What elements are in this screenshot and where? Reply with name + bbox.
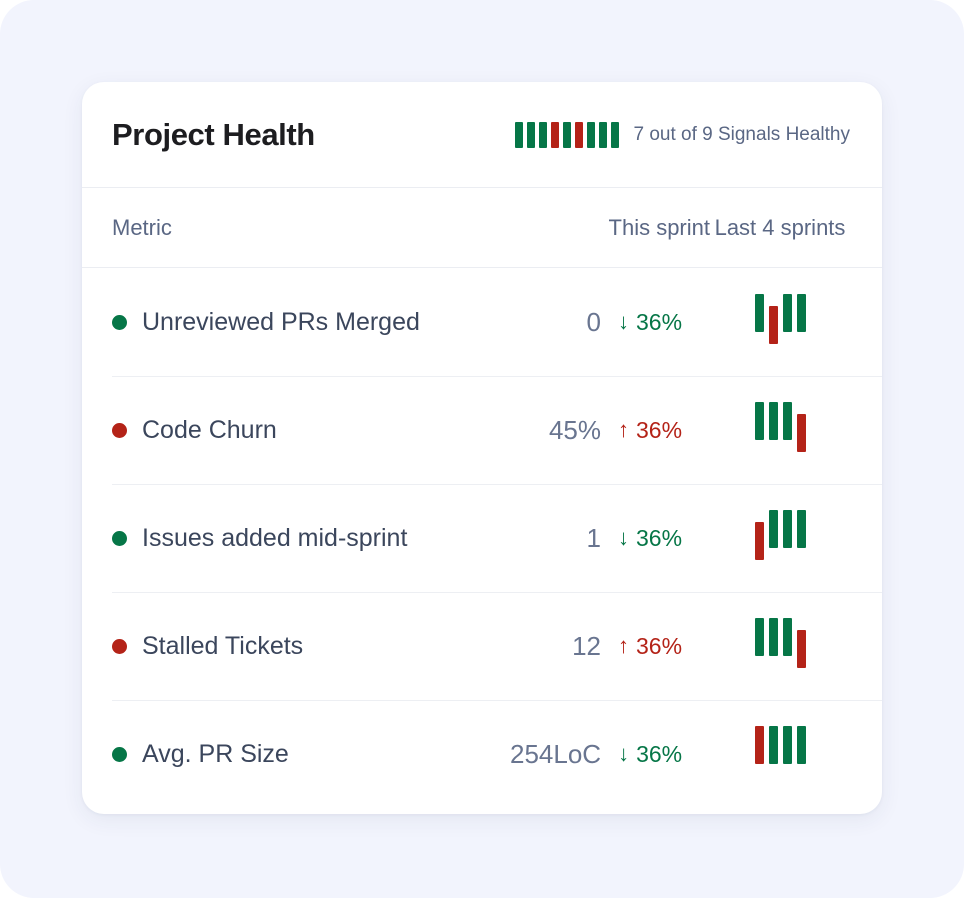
sparkline-chart — [754, 402, 806, 458]
sparkline-chart — [754, 510, 806, 566]
signal-bar-9 — [611, 121, 620, 148]
sparkline-cell — [710, 618, 850, 674]
arrow-down-icon: ↓ — [618, 525, 629, 550]
sparkline-bar-1 — [754, 402, 764, 440]
metric-value: 1 — [586, 522, 601, 553]
signal-bar-7 — [587, 121, 596, 148]
signal-bar-3 — [539, 121, 548, 148]
column-header-this-sprint: This sprint — [608, 214, 710, 240]
sparkline-chart — [754, 726, 806, 782]
arrow-up-icon: ↑ — [618, 417, 629, 442]
table-header-row: Metric This sprint Last 4 sprints — [82, 188, 882, 268]
sparkline-bar-4 — [796, 726, 806, 764]
status-dot-icon — [112, 746, 127, 762]
signal-bars-indicator — [515, 121, 620, 148]
table-row[interactable]: Code Churn 45% ↑ 36% — [82, 376, 882, 484]
table-row[interactable]: Issues added mid-sprint 1 ↓ 36% — [82, 484, 882, 592]
signal-bar-4 — [551, 121, 560, 148]
metric-cell: Unreviewed PRs Merged — [112, 308, 510, 337]
page-title: Project Health — [112, 116, 315, 152]
sparkline-bar-4 — [796, 510, 806, 548]
sparkline-chart — [754, 618, 806, 674]
sparkline-chart — [754, 294, 806, 350]
sparkline-bar-3 — [782, 510, 792, 548]
metric-name: Stalled Tickets — [142, 631, 304, 660]
sparkline-bar-2 — [768, 402, 778, 440]
this-sprint-cell: 0 ↓ 36% — [510, 307, 710, 338]
sparkline-bar-1 — [754, 294, 764, 332]
project-health-card: Project Health 7 out of 9 Signals Health… — [82, 82, 882, 814]
delta-indicator: ↓ 36% — [618, 309, 710, 336]
sparkline-bar-3 — [782, 294, 792, 332]
arrow-up-icon: ↑ — [618, 633, 629, 658]
sparkline-cell — [710, 402, 850, 458]
arrow-down-icon: ↓ — [618, 309, 629, 334]
sparkline-bar-1 — [754, 618, 764, 656]
this-sprint-cell: 12 ↑ 36% — [510, 631, 710, 662]
signal-bar-1 — [515, 121, 524, 148]
status-dot-icon — [112, 422, 127, 438]
metrics-table: Metric This sprint Last 4 sprints Unrevi… — [82, 188, 882, 808]
table-row[interactable]: Stalled Tickets 12 ↑ 36% — [82, 592, 882, 700]
sparkline-bar-3 — [782, 402, 792, 440]
delta-indicator: ↓ 36% — [618, 741, 710, 768]
metric-cell: Issues added mid-sprint — [112, 524, 510, 553]
signal-bar-2 — [527, 121, 536, 148]
sparkline-bar-1 — [754, 522, 764, 560]
delta-indicator: ↑ 36% — [618, 633, 710, 660]
sparkline-bar-3 — [782, 618, 792, 656]
sparkline-cell — [710, 294, 850, 350]
signal-bar-8 — [599, 121, 608, 148]
this-sprint-cell: 254LoC ↓ 36% — [510, 739, 710, 770]
metric-value: 254LoC — [510, 738, 602, 769]
metric-name: Unreviewed PRs Merged — [142, 307, 420, 336]
status-dot-icon — [112, 530, 127, 546]
metric-cell: Stalled Tickets — [112, 632, 510, 661]
metric-name: Code Churn — [142, 415, 277, 444]
status-dot-icon — [112, 314, 127, 330]
metric-value: 12 — [572, 630, 601, 661]
column-header-metric: Metric — [112, 214, 172, 240]
delta-value: 36% — [636, 524, 683, 551]
metric-value: 0 — [586, 306, 601, 337]
sparkline-bar-2 — [768, 306, 778, 344]
table-body: Unreviewed PRs Merged 0 ↓ 36% Code Churn 45% ↑… — [82, 268, 882, 808]
metric-value: 45% — [548, 414, 601, 445]
signal-summary-label: 7 out of 9 Signals Healthy — [633, 123, 850, 145]
table-row[interactable]: Avg. PR Size 254LoC ↓ 36% — [82, 700, 882, 808]
health-summary: 7 out of 9 Signals Healthy — [515, 121, 850, 148]
this-sprint-cell: 1 ↓ 36% — [510, 523, 710, 554]
delta-value: 36% — [636, 632, 683, 659]
metric-cell: Avg. PR Size — [112, 740, 510, 769]
delta-value: 36% — [636, 308, 683, 335]
arrow-down-icon: ↓ — [618, 741, 630, 766]
sparkline-bar-2 — [768, 726, 778, 764]
sparkline-bar-3 — [782, 726, 792, 764]
this-sprint-cell: 45% ↑ 36% — [510, 415, 710, 446]
column-header-last-4-sprints: Last 4 sprints — [714, 214, 846, 240]
sparkline-cell — [710, 726, 850, 782]
status-dot-icon — [112, 638, 127, 654]
sparkline-bar-4 — [796, 630, 806, 668]
signal-bar-5 — [563, 121, 572, 148]
metric-name: Issues added mid-sprint — [142, 523, 408, 552]
sparkline-bar-2 — [768, 618, 778, 656]
sparkline-bar-4 — [796, 294, 806, 332]
metric-name: Avg. PR Size — [142, 739, 289, 768]
sparkline-bar-4 — [796, 414, 806, 452]
metric-cell: Code Churn — [112, 416, 510, 445]
card-header: Project Health 7 out of 9 Signals Health… — [82, 82, 882, 188]
sparkline-bar-2 — [768, 510, 778, 548]
signal-bar-6 — [575, 121, 584, 148]
delta-value: 36% — [636, 416, 683, 443]
sparkline-bar-1 — [754, 726, 764, 764]
sparkline-cell — [710, 510, 850, 566]
delta-indicator: ↓ 36% — [618, 525, 710, 552]
table-row[interactable]: Unreviewed PRs Merged 0 ↓ 36% — [82, 268, 882, 376]
delta-value: 36% — [636, 740, 683, 767]
delta-indicator: ↑ 36% — [618, 417, 710, 444]
